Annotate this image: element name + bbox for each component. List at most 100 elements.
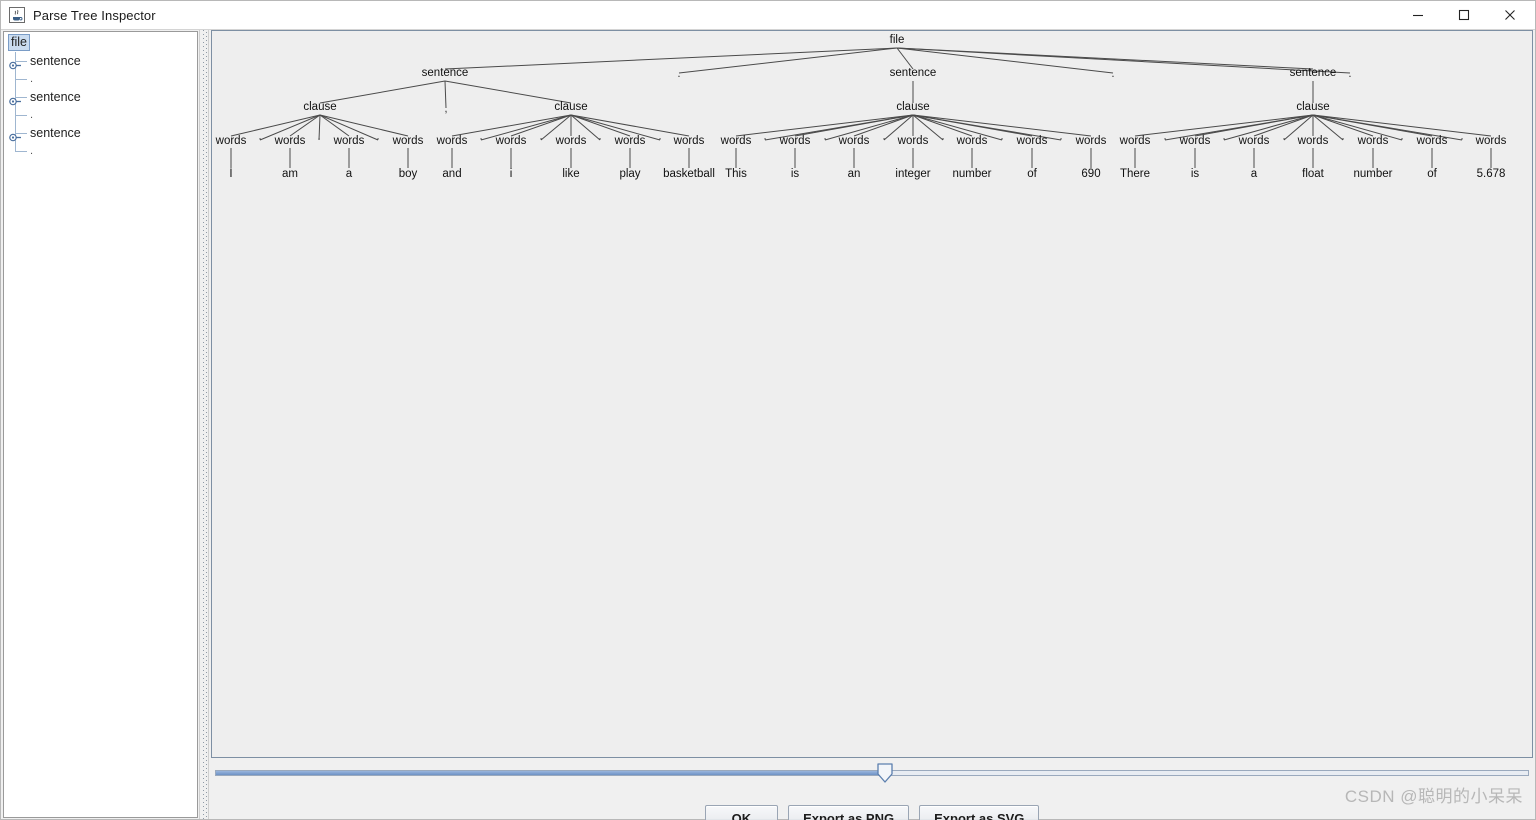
parse-tree-graphic: file.. . sentence, clause words Iwords am words…	[215, 34, 1507, 180]
tree-separator-dot: .	[1348, 68, 1351, 80]
tree-word-separator: ·	[941, 133, 945, 145]
ok-button[interactable]: OK	[704, 804, 779, 820]
tree-node-dot-2[interactable]: .	[4, 106, 197, 124]
window-title: Parse Tree Inspector	[33, 7, 156, 23]
tree-token: number	[953, 168, 992, 180]
parse-tree-outline[interactable]: file sentence . sentence . sentence .	[4, 32, 197, 160]
tree-word-separator: ·	[1163, 133, 1167, 145]
zoom-slider[interactable]	[211, 761, 1533, 789]
tree-token: of	[1427, 168, 1437, 180]
tree-node-clause: clause	[303, 101, 336, 113]
tree-node-file-label: file	[8, 34, 30, 51]
tree-word-separator: ·	[1341, 133, 1345, 145]
java-coffee-cup-icon	[9, 7, 25, 23]
tree-token: am	[282, 168, 298, 180]
dialog-button-bar: OK Export as PNG Export as SVG	[209, 794, 1535, 820]
slider-thumb[interactable]	[877, 763, 893, 783]
tree-node-words: words	[215, 135, 247, 147]
slider-fill	[216, 771, 886, 775]
tree-word-separator: ·	[598, 133, 602, 145]
tree-node-words: words	[1016, 135, 1048, 147]
tree-word-separator: ·	[258, 133, 262, 145]
title-bar: Parse Tree Inspector	[1, 1, 1535, 30]
tree-node-words: words	[956, 135, 988, 147]
tree-node-dot-3[interactable]: .	[4, 142, 197, 160]
tree-token: is	[1191, 168, 1200, 180]
parse-tree-canvas[interactable]: file... sentence, clause words Iwords am words…	[211, 30, 1533, 758]
tree-node-clause: clause	[1296, 101, 1329, 113]
tree-token: boy	[399, 168, 418, 180]
tree-word-separator: ·	[376, 133, 380, 145]
tree-token: is	[791, 168, 800, 180]
sidebar-pane: file sentence . sentence . sentence .	[2, 30, 199, 819]
tree-node-clause: clause	[554, 101, 587, 113]
tree-node-sentence-1[interactable]: sentence	[4, 52, 197, 70]
tree-node-words: words	[897, 135, 929, 147]
tree-node-words: words	[1119, 135, 1151, 147]
tree-node-words: words	[1075, 135, 1107, 147]
tree-token: and	[442, 168, 461, 180]
tree-word-separator: ·	[1282, 133, 1286, 145]
expand-handle-icon[interactable]	[9, 57, 22, 70]
tree-node-words: words	[274, 135, 306, 147]
close-button[interactable]	[1487, 1, 1533, 29]
tree-word-separator: ·	[479, 133, 483, 145]
tree-token: This	[725, 168, 747, 180]
tree-token: float	[1302, 168, 1325, 180]
expand-handle-icon[interactable]	[9, 93, 22, 106]
tree-node-dot-1[interactable]: .	[4, 70, 197, 88]
tree-node-label: sentence	[30, 54, 81, 68]
tree-separator-dot: .	[1111, 68, 1114, 80]
tree-node-words: words	[436, 135, 468, 147]
tree-node-label: .	[30, 73, 34, 85]
tree-token: number	[1354, 168, 1393, 180]
tree-node-label: .	[30, 109, 34, 121]
tree-node-file[interactable]: file	[4, 34, 197, 52]
tree-word-separator: ·	[763, 133, 767, 145]
tree-token: a	[346, 168, 353, 180]
tree-token: 690	[1081, 168, 1100, 180]
tree-word-separator: ·	[539, 133, 543, 145]
tree-node-label: .	[30, 145, 34, 157]
tree-node-sentence-2[interactable]: sentence	[4, 88, 197, 106]
tree-word-separator: ·	[1460, 133, 1464, 145]
export-svg-button[interactable]: Export as SVG	[919, 804, 1040, 820]
maximize-button[interactable]	[1441, 1, 1487, 29]
tree-word-separator: ·	[658, 133, 662, 145]
tree-node-words: words	[614, 135, 646, 147]
divider-grip-icon-2	[206, 32, 207, 820]
tree-node-words: words	[333, 135, 365, 147]
tree-node-words: words	[1416, 135, 1448, 147]
main-pane: file... sentence, clause words Iwords am words…	[209, 30, 1535, 820]
tree-node-words: words	[1297, 135, 1329, 147]
tree-token: like	[562, 168, 579, 180]
tree-node-words: words	[1475, 135, 1507, 147]
tree-node-clause: clause	[896, 101, 929, 113]
tree-word-separator: ·	[1400, 133, 1404, 145]
tree-node-sentence: sentence	[890, 67, 937, 79]
tree-word-separator: ·	[1059, 133, 1063, 145]
tree-word-separator: ·	[1222, 133, 1226, 145]
tree-node-sentence: sentence	[1290, 67, 1337, 79]
tree-node-label: sentence	[30, 126, 81, 140]
tree-word-separator: ·	[317, 133, 321, 145]
tree-node-words: words	[720, 135, 752, 147]
tree-node-words: words	[838, 135, 870, 147]
minimize-button[interactable]	[1395, 1, 1441, 29]
tree-separator-dot: .	[677, 68, 680, 80]
tree-separator-comma: ,	[444, 103, 447, 115]
tree-node-words: words	[495, 135, 527, 147]
split-pane-divider[interactable]	[199, 30, 209, 820]
tree-node-words: words	[673, 135, 705, 147]
tree-node-words: words	[779, 135, 811, 147]
tree-node-words: words	[1357, 135, 1389, 147]
tree-node-words: words	[1179, 135, 1211, 147]
export-png-button[interactable]: Export as PNG	[788, 804, 910, 820]
tree-node-sentence-3[interactable]: sentence	[4, 124, 197, 142]
tree-node-label: sentence	[30, 90, 81, 104]
tree-token: I	[229, 168, 232, 180]
expand-handle-icon[interactable]	[9, 129, 22, 142]
tree-node-file: file	[890, 34, 905, 46]
tree-scroll-pane[interactable]: file sentence . sentence . sentence .	[3, 31, 198, 818]
tree-token: i	[510, 168, 513, 180]
